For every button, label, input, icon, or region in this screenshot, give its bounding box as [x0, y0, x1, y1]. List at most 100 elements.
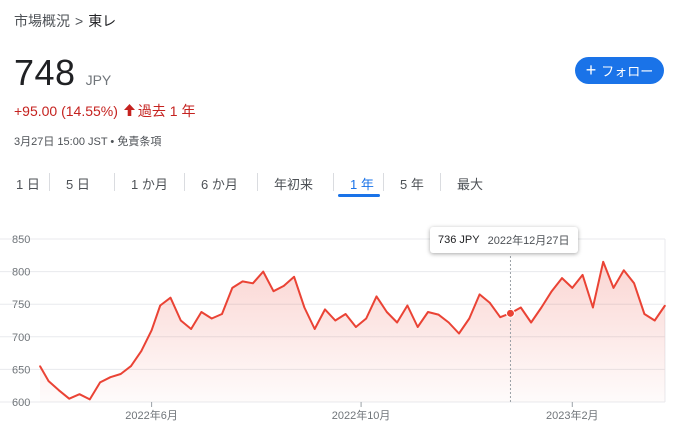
- data-point: [489, 302, 491, 304]
- data-point: [458, 332, 460, 335]
- data-point: [47, 380, 50, 382]
- data-point: [447, 321, 450, 324]
- follow-button[interactable]: + フォロー: [575, 57, 664, 84]
- series-area: [40, 261, 665, 402]
- data-point: [221, 313, 223, 315]
- data-point: [643, 313, 646, 315]
- data-point: [68, 397, 70, 400]
- data-point: [293, 276, 295, 278]
- y-tick-label: 750: [12, 299, 30, 311]
- range-tab[interactable]: 5 日: [50, 167, 115, 197]
- breadcrumb: 市場概況 > 東レ: [14, 11, 116, 31]
- data-point: [180, 319, 182, 322]
- x-tick-label: 2023年2月: [546, 408, 599, 422]
- range-tab-label: 1 年: [350, 177, 374, 192]
- data-point: [633, 282, 635, 285]
- range-tab-label: 5 年: [400, 177, 424, 192]
- data-point: [252, 282, 254, 285]
- y-tick-label: 600: [12, 397, 30, 409]
- data-point: [99, 381, 101, 384]
- y-tick-label: 800: [12, 267, 30, 279]
- stock-price: 748: [14, 52, 76, 93]
- data-point: [561, 277, 563, 279]
- y-tick-label: 850: [12, 234, 30, 246]
- data-point: [89, 398, 91, 401]
- change-value: +95.00 (14.55%): [14, 103, 118, 119]
- price-chart[interactable]: 600 650 700 750 800 850 2022年6月 2022年10月 2023年2月: [0, 220, 679, 439]
- data-point: [324, 308, 326, 311]
- data-point: [344, 313, 347, 315]
- data-point: [303, 306, 306, 309]
- quote-timestamp: 3月27日 15:00 JST • 免責条項: [14, 136, 162, 148]
- data-point: [119, 373, 122, 375]
- range-tab[interactable]: 1 か月: [115, 167, 185, 197]
- x-tick-label: 2022年6月: [125, 408, 178, 422]
- data-point: [602, 261, 604, 263]
- data-point: [365, 317, 368, 320]
- range-tab[interactable]: 6 か月: [185, 167, 258, 197]
- range-tab[interactable]: 5 年: [384, 167, 441, 197]
- data-point: [159, 304, 161, 307]
- data-point: [169, 296, 172, 299]
- change-period: 過去 1 年: [137, 103, 196, 119]
- data-point: [262, 270, 265, 273]
- data-point: [58, 389, 60, 392]
- data-point: [140, 350, 143, 352]
- data-point: [437, 313, 440, 316]
- data-point: [612, 287, 615, 289]
- price-change: +95.00 (14.55%) 過去 1 年: [14, 101, 195, 121]
- data-point: [592, 306, 594, 309]
- range-tab[interactable]: 1 年: [334, 167, 384, 197]
- range-tab-label: 1 日: [16, 177, 40, 192]
- data-point: [231, 287, 234, 289]
- data-point: [375, 295, 378, 298]
- data-point: [109, 376, 112, 378]
- y-tick-label: 700: [12, 332, 30, 344]
- data-point: [396, 321, 398, 324]
- data-point: [190, 328, 192, 330]
- range-tab[interactable]: 年初来: [258, 167, 334, 197]
- data-point: [241, 280, 244, 283]
- data-point: [406, 304, 409, 307]
- data-point: [416, 326, 419, 328]
- range-tab-label: 6 か月: [201, 177, 238, 192]
- follow-button-label: フォロー: [601, 64, 654, 79]
- breadcrumb-separator: >: [75, 13, 84, 29]
- range-tab-label: 1 か月: [131, 177, 168, 192]
- price-row: 748 JPY: [14, 52, 111, 94]
- data-point: [210, 317, 213, 320]
- data-point: [581, 274, 584, 276]
- data-point: [468, 317, 471, 320]
- data-point: [130, 365, 132, 367]
- data-point: [78, 393, 81, 395]
- currency-label: JPY: [85, 72, 112, 88]
- data-point: [39, 365, 41, 367]
- data-point: [427, 311, 429, 313]
- data-point: [283, 285, 285, 287]
- tooltip-date: 2022年12月27日: [487, 235, 570, 247]
- range-tab[interactable]: 1 日: [0, 167, 50, 197]
- arrow-up-icon: [123, 103, 135, 119]
- data-point: [386, 311, 388, 313]
- data-point: [334, 319, 337, 322]
- data-point: [520, 306, 522, 309]
- data-point: [664, 304, 666, 307]
- data-point: [499, 316, 502, 318]
- hover-point: [505, 308, 515, 318]
- data-point: [653, 319, 656, 322]
- range-tabs: 1 日 5 日 1 か月 6 か月 年初来 1 年 5 年 最大: [0, 167, 496, 197]
- breadcrumb-parent-link[interactable]: 市場概況: [14, 13, 70, 29]
- range-tab-label: 最大: [457, 177, 484, 192]
- data-point: [623, 269, 625, 272]
- data-point: [550, 290, 553, 292]
- y-tick-label: 650: [12, 364, 30, 376]
- chart-tooltip: 736 JPY 2022年12月27日: [430, 227, 578, 253]
- range-tab[interactable]: 最大: [441, 167, 496, 197]
- x-tick-label: 2022年10月: [332, 408, 391, 422]
- data-point: [200, 311, 203, 313]
- data-point: [571, 287, 574, 289]
- data-point: [530, 321, 532, 324]
- data-point: [355, 326, 357, 328]
- data-point: [313, 328, 316, 330]
- data-point: [540, 306, 543, 309]
